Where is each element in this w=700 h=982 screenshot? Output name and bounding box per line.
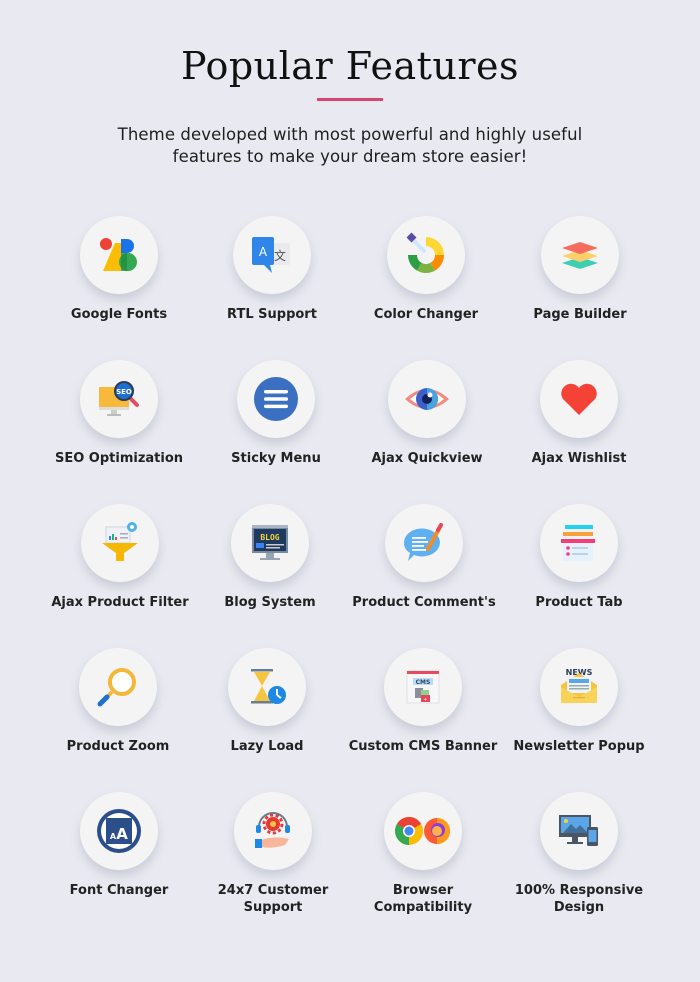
layers-icon: [562, 242, 598, 269]
svg-text:+: +: [423, 697, 427, 703]
feature-label: Blog System: [224, 595, 316, 610]
google-fonts-icon: [100, 238, 137, 271]
blog-monitor-icon: BLOG: [252, 525, 288, 560]
browsers-icon: [395, 817, 450, 845]
hourglass-clock-icon: [251, 669, 286, 704]
color-picker-icon: [406, 232, 444, 274]
feature-label: Color Changer: [373, 307, 479, 322]
feature-ajax-quickview: Ajax Quickview: [347, 360, 507, 467]
feature-product-zoom: Product Zoom: [38, 648, 198, 755]
translate-icon: 文 A: [252, 237, 290, 273]
feature-label: Lazy Load: [230, 739, 304, 754]
hamburger-menu-icon: [254, 377, 298, 421]
font-size-icon: A A: [97, 809, 141, 853]
feature-sticky-menu: Sticky Menu: [196, 360, 356, 467]
feature-label: Product Comment's: [352, 595, 496, 610]
support-headset-icon: [255, 812, 290, 848]
feature-product-tab: Product Tab: [499, 504, 659, 611]
feature-label: SEO Optimization: [54, 451, 184, 466]
feature-label: Browser Compatibility: [343, 882, 503, 916]
svg-text:CMS: CMS: [416, 679, 431, 686]
feature-label-line-1: 100% Responsive: [514, 883, 644, 898]
svg-text:文: 文: [274, 248, 286, 263]
seo-monitor-icon: SEO: [99, 381, 139, 416]
feature-label: Sticky Menu: [231, 451, 321, 466]
feature-color-changer: Color Changer: [346, 216, 506, 323]
feature-label: 24x7 Customer Support: [193, 882, 353, 916]
feature-label: Ajax Product Filter: [51, 595, 189, 610]
feature-label: RTL Support: [227, 307, 317, 322]
svg-text:A: A: [259, 245, 268, 259]
feature-google-fonts: Google Fonts: [39, 216, 199, 323]
feature-label: Custom CMS Banner: [348, 739, 498, 754]
feature-lazy-load: Lazy Load: [187, 648, 347, 755]
feature-label: Product Tab: [535, 595, 623, 610]
feature-label: Product Zoom: [66, 739, 170, 754]
feature-newsletter-popup: NEWS Newsletter Popup: [499, 648, 659, 755]
page-subtitle: Theme developed with most powerful and h…: [100, 124, 600, 168]
feature-label: Font Changer: [69, 883, 169, 898]
feature-seo-optimization: SEO SEO Optimization: [39, 360, 199, 467]
feature-label: Google Fonts: [70, 307, 168, 322]
subtitle-line-1: Theme developed with most powerful and h…: [117, 125, 583, 144]
feature-label: Ajax Quickview: [371, 451, 483, 466]
feature-ajax-wishlist: Ajax Wishlist: [499, 360, 659, 467]
eye-icon: [405, 388, 449, 410]
funnel-filter-icon: [102, 522, 138, 561]
svg-text:BLOG: BLOG: [260, 533, 279, 542]
feature-page-builder: Page Builder: [500, 216, 660, 323]
cms-banner-icon: CMS +: [406, 670, 440, 704]
feature-customer-support: 24x7 Customer Support: [193, 792, 353, 916]
feature-label-line-2: Support: [243, 900, 303, 915]
news-envelope-icon: NEWS: [561, 668, 597, 703]
feature-label-line-2: Design: [553, 900, 605, 915]
feature-label-line-1: Browser: [392, 883, 454, 898]
feature-ajax-product-filter: Ajax Product Filter: [40, 504, 200, 611]
feature-custom-cms-banner: CMS + Custom CMS Banner: [343, 648, 503, 755]
feature-font-changer: A A Font Changer: [39, 792, 199, 899]
responsive-devices-icon: [559, 815, 598, 846]
page-title: Popular Features: [180, 44, 520, 88]
svg-text:SEO: SEO: [116, 388, 132, 396]
feature-label: Page Builder: [533, 307, 627, 322]
feature-responsive-design: 100% Responsive Design: [499, 792, 659, 916]
feature-browser-compatibility: Browser Compatibility: [343, 792, 503, 916]
feature-label: Newsletter Popup: [513, 739, 645, 754]
feature-blog-system: BLOG Blog System: [190, 504, 350, 611]
feature-label-line-2: Compatibility: [373, 900, 473, 915]
firefox-icon: [424, 818, 450, 844]
magnifier-icon: [97, 668, 136, 707]
feature-label: 100% Responsive Design: [499, 882, 659, 916]
comment-pencil-icon: [403, 523, 443, 561]
heart-icon: [561, 383, 597, 415]
feature-label: Ajax Wishlist: [531, 451, 627, 466]
subtitle-line-2: features to make your dream store easier…: [172, 147, 528, 166]
tabs-icon: [561, 525, 595, 561]
title-underline: [317, 98, 383, 101]
feature-rtl-support: 文 A RTL Support: [192, 216, 352, 323]
feature-product-comments: Product Comment's: [344, 504, 504, 611]
feature-label-line-1: 24x7 Customer: [217, 883, 329, 898]
svg-text:A: A: [116, 825, 128, 843]
chrome-icon: [395, 817, 423, 845]
